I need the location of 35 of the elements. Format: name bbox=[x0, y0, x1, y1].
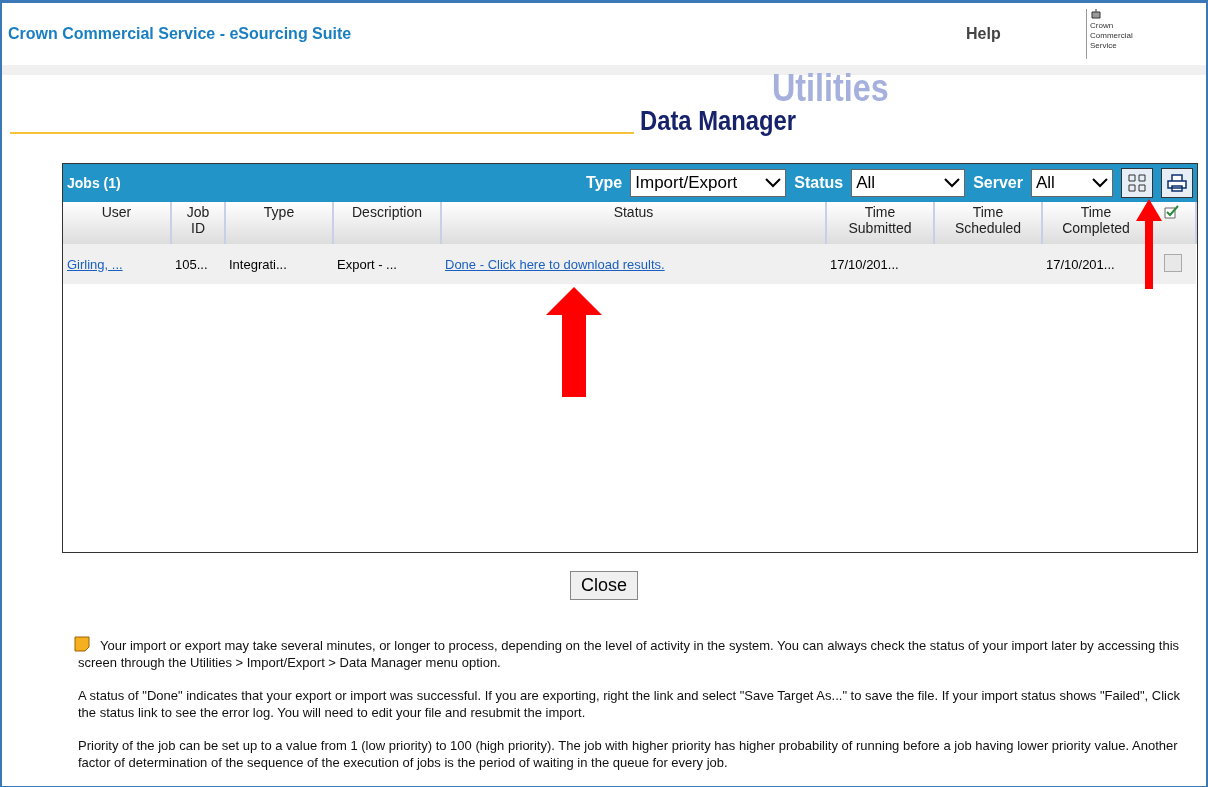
grid-icon bbox=[1126, 172, 1148, 194]
chevron-icon bbox=[944, 178, 961, 188]
filter-label: Type bbox=[586, 174, 623, 192]
jobs-title: Jobs (1) bbox=[67, 175, 122, 191]
filter-label: Server bbox=[973, 174, 1023, 192]
app-title: Crown Commercial Service - eSourcing Suite bbox=[8, 25, 353, 43]
table-cell: 17/10/201... bbox=[1046, 256, 1115, 272]
column-header: Status bbox=[441, 202, 826, 244]
help-note: Your import or export may take several minutes, or longer to process, depending on the level of activity in the system. You can always check the status of your import later by accessing this screen through the Utilities > Import/Export > Data Manager menu option. bbox=[78, 636, 1192, 671]
column-header: Type bbox=[225, 202, 333, 244]
print-button[interactable] bbox=[1161, 168, 1193, 198]
column-header: Job ID bbox=[171, 202, 225, 244]
help-link[interactable]: Help bbox=[966, 25, 1086, 43]
printer-icon bbox=[1167, 174, 1187, 192]
help-note: A status of "Done" indicates that your export or import was successful. If you are exporting, right the link and select "Save Target As..." to save the file. If your import status shows "Failed", Click the status link to see the error log. You will need to edit your file and resubmit the import. bbox=[78, 687, 1181, 721]
filter-dropdown[interactable]: Import/Export bbox=[630, 169, 787, 197]
filter-label: Status bbox=[794, 174, 844, 192]
column-header: User bbox=[63, 202, 171, 244]
close-button[interactable]: Close bbox=[570, 571, 638, 600]
refresh-button[interactable] bbox=[1121, 168, 1153, 198]
column-header: Description bbox=[333, 202, 441, 244]
filter-dropdown[interactable]: All bbox=[851, 169, 966, 197]
table-cell: Export - ... bbox=[337, 256, 397, 272]
column-header: Time Submitted bbox=[826, 202, 934, 244]
table-cell: 105... bbox=[175, 256, 208, 272]
help-note: Priority of the job can be set up to a value from 1 (low priority) to 100 (high priority). The job with higher priority has higher probability of running before a job having lower priority value. Another factor of determination of the sequence of the execution of jobs is the period of waiting in the queue for every job. bbox=[78, 737, 1179, 771]
logo: Crown Commercial Service bbox=[1086, 9, 1200, 59]
table-cell: Integrati... bbox=[229, 256, 287, 272]
note-icon bbox=[74, 636, 90, 652]
chevron-icon bbox=[765, 178, 782, 188]
column-header: Time Scheduled bbox=[934, 202, 1042, 244]
table-cell: 17/10/201... bbox=[830, 256, 899, 272]
chevron-icon bbox=[1092, 178, 1108, 188]
filter-dropdown[interactable]: All bbox=[1031, 169, 1113, 197]
row-checkbox[interactable] bbox=[1164, 253, 1182, 272]
